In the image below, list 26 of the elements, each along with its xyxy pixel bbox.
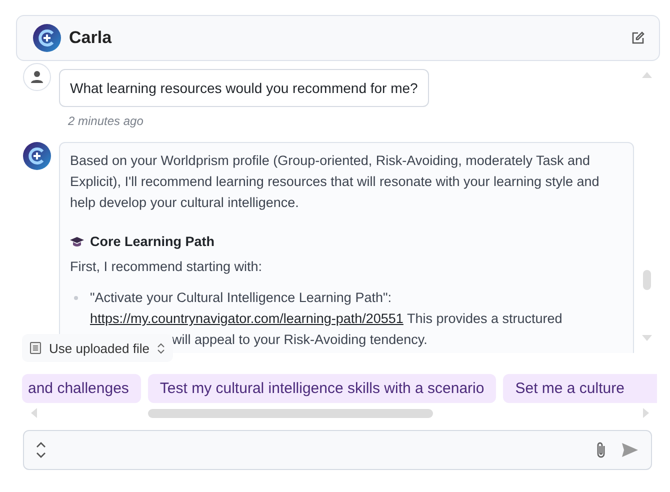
suggestion-chip[interactable]: and challenges xyxy=(22,374,141,403)
user-message: What learning resources would you recommend for me? xyxy=(59,69,429,107)
resource-link[interactable]: https://my.countrynavigator.com/learning-path/20551 xyxy=(90,311,404,326)
updown-icon xyxy=(157,342,166,354)
scroll-right-icon[interactable] xyxy=(642,407,650,419)
send-icon[interactable] xyxy=(621,442,639,458)
assistant-name: Carla xyxy=(69,28,113,48)
document-icon xyxy=(30,342,41,354)
message-paragraph: Based on your Worldprism profile (Group-oriented, Risk-Avoiding, moderately Task and Explicit), I'll recommend learning resources that will resonate with your learning style and help develop your cultural intelligence. xyxy=(70,152,600,212)
source-select[interactable]: Use uploaded file xyxy=(22,334,174,362)
scroll-left-icon[interactable] xyxy=(30,407,38,419)
attach-icon[interactable] xyxy=(595,441,607,459)
message-input[interactable] xyxy=(23,430,652,470)
logo-icon xyxy=(33,24,61,52)
user-avatar-icon xyxy=(23,63,51,91)
section-heading: Core Learning Path xyxy=(90,233,215,251)
suggestion-chip[interactable]: Test my cultural intelligence skills with a scenario xyxy=(148,374,496,403)
timestamp: 2 minutes ago xyxy=(68,114,144,128)
horizontal-scrollbar[interactable] xyxy=(30,406,650,420)
list-item-continuation: will appeal to your Risk-Avoiding tendency. xyxy=(172,331,428,349)
message-paragraph: First, I recommend starting with: xyxy=(70,258,264,276)
edit-icon[interactable] xyxy=(631,31,645,45)
expand-icon[interactable] xyxy=(36,442,46,458)
logo-icon xyxy=(23,142,51,170)
graduation-cap-icon xyxy=(70,236,84,248)
suggestion-chip[interactable]: Set me a culture xyxy=(503,374,657,403)
